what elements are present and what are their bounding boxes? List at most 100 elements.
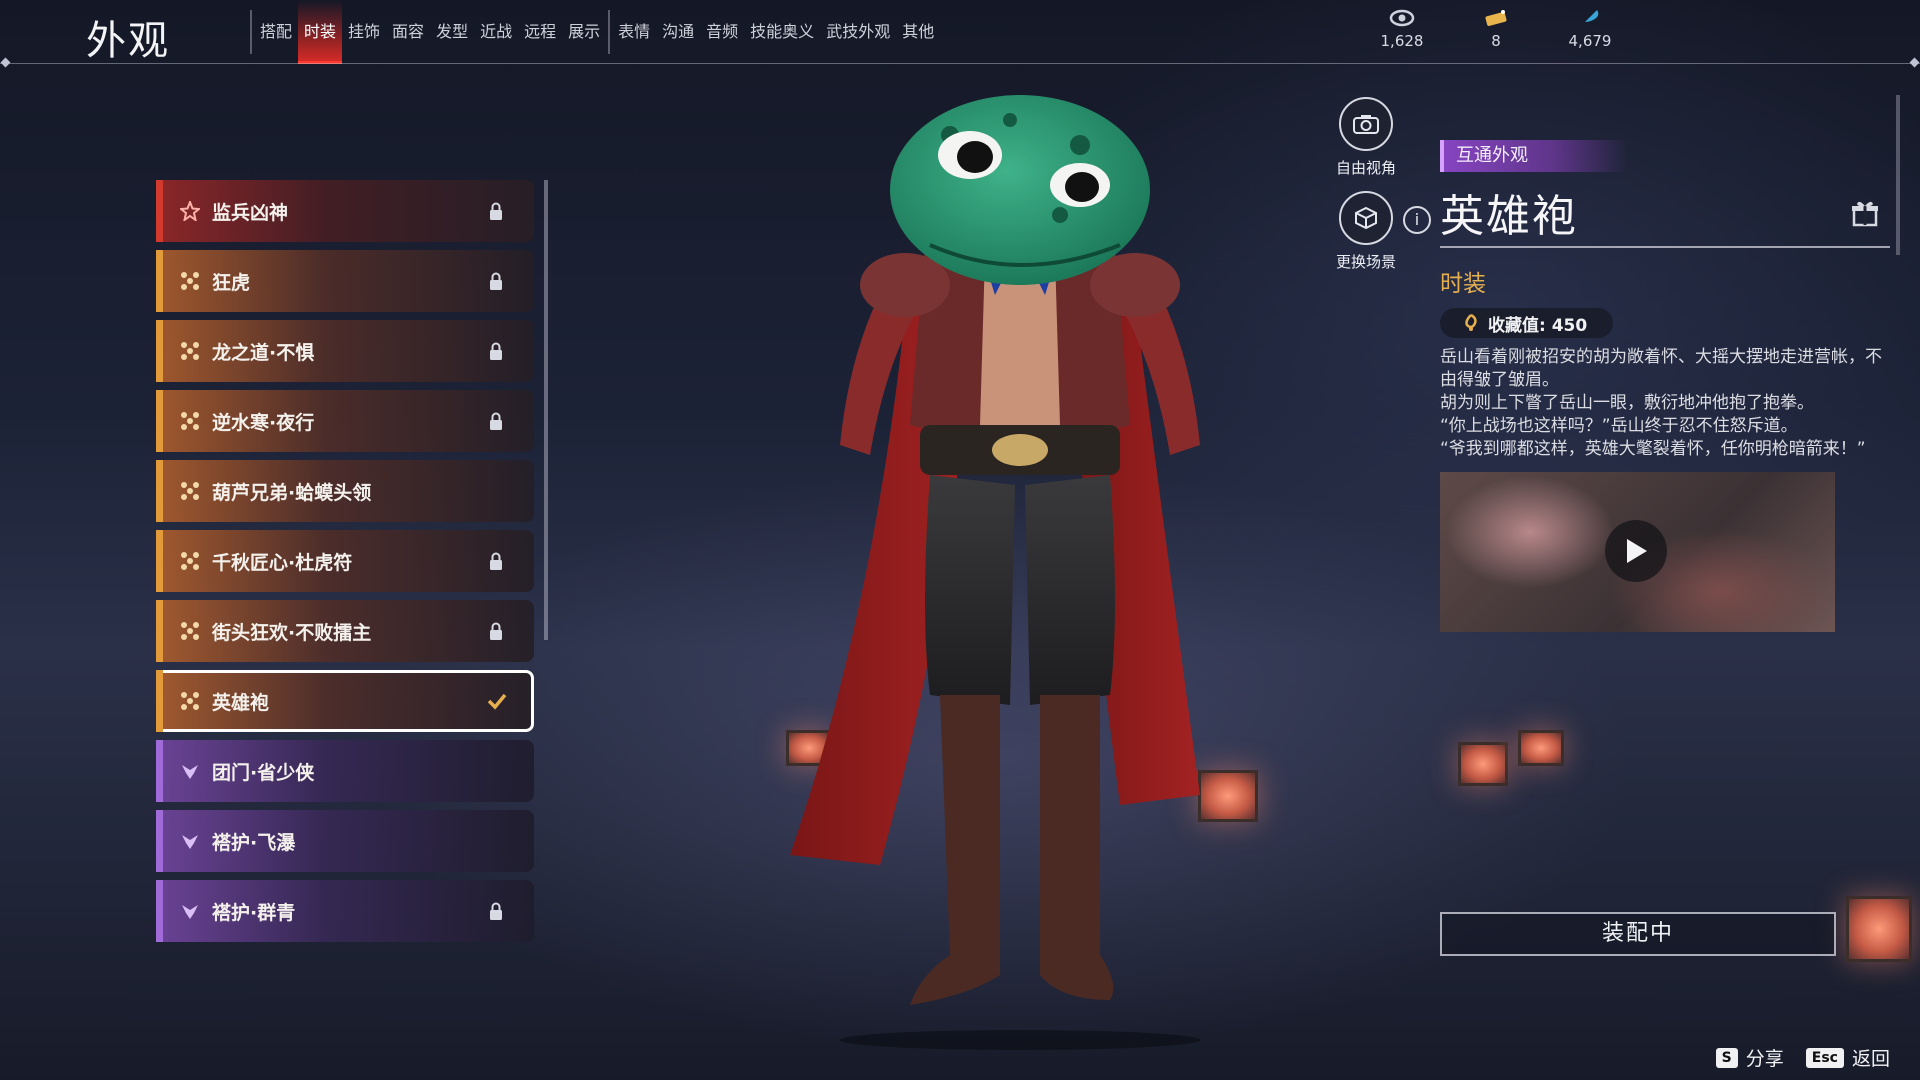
rarity-bar [156,180,163,242]
outfit-item[interactable]: 监兵凶神 [156,180,534,242]
currency-feather: 4,679 [1560,8,1620,50]
tab-2[interactable]: 挂饰 [342,0,386,64]
share-label: 分享 [1745,1048,1784,1070]
outfit-item-label: 褡护·群青 [212,901,296,924]
outfit-item[interactable]: 逆水寒·夜行 [156,390,534,452]
outfit-item[interactable]: 团门·省少侠 [156,740,534,802]
feather-icon [1581,10,1599,26]
change-scene-label: 更换场景 [1335,253,1396,271]
outfit-item-label: 葫芦兄弟·蛤蟆头领 [212,481,372,504]
back-label: 返回 [1851,1048,1890,1070]
outfit-description: 岳山看着刚被招安的胡为敞着怀、大摇大摆地走进营帐，不由得皱了皱眉。 胡为则上下瞥… [1440,347,1882,459]
rarity-bar [156,390,163,452]
top-bar-divider [0,63,1920,64]
back-button[interactable]: Esc 返回 [1805,1044,1890,1071]
tab-8[interactable]: 表情 [612,0,656,64]
ticket-icon [1485,10,1507,26]
lock-icon [490,272,502,290]
play-button[interactable] [1605,520,1667,582]
currency-ticket-value: 8 [1491,32,1501,50]
outfit-item[interactable]: 葫芦兄弟·蛤蟆头领 [156,460,534,522]
outfit-item-label: 逆水寒·夜行 [212,411,315,434]
collect-icon [1465,313,1477,331]
page-title: 外观 [86,18,170,64]
outfit-item-label: 英雄袍 [212,691,270,714]
collect-value-badge: 收藏值: 450 [1440,308,1614,338]
name-divider [1440,246,1890,248]
tab-9[interactable]: 沟通 [656,0,700,64]
check-icon [487,693,507,710]
divider-diamond-left [0,57,11,68]
tab-7[interactable]: 展示 [562,0,606,64]
rarity-bar [156,530,163,592]
rarity-bar [156,880,163,942]
outfit-item[interactable]: 街头狂欢·不败擂主 [156,600,534,662]
rarity-orange-icon [180,481,200,501]
lock-icon [490,552,502,570]
lock-icon [490,902,502,920]
outfit-item-label: 团门·省少侠 [212,761,315,784]
info-icon[interactable]: i [1403,206,1431,234]
category-tabs: 搭配 时装 挂饰 面容 发型 近战 远程 展示 表情 沟通 音频 技能奥义 武技外观 其他 [254,0,940,64]
outfit-list[interactable]: 监兵凶神狂虎龙之道·不惧逆水寒·夜行葫芦兄弟·蛤蟆头领 千秋匠心·杜虎符 街头狂欢·… [156,180,536,960]
outfit-item[interactable]: 褡护·群青 [156,880,534,942]
rarity-bar [156,600,163,662]
currency-ticket: 8 [1466,8,1526,50]
outfit-item[interactable]: 英雄袍 [156,670,534,732]
share-button[interactable]: S 分享 [1715,1044,1784,1071]
outfit-item-label: 监兵凶神 [212,201,289,224]
floating-lantern [1518,730,1564,766]
rarity-bar [156,740,163,802]
back-key: Esc [1805,1047,1844,1068]
free-view-button[interactable]: 自由视角 [1311,97,1421,178]
outfit-item[interactable]: 狂虎 [156,250,534,312]
detail-scrollbar[interactable] [1896,95,1900,255]
tab-13[interactable]: 其他 [896,0,940,64]
outfit-item[interactable]: 龙之道·不惧 [156,320,534,382]
top-bar: 外观 搭配 时装 挂饰 面容 发型 近战 远程 展示 表情 沟通 音频 技能奥义 武技外观 其他 1,62… [0,0,1920,68]
tab-3[interactable]: 面容 [386,0,430,64]
currency-feather-value: 4,679 [1568,32,1612,50]
rarity-orange-icon [180,271,200,291]
outfit-item-label: 街头狂欢·不败擂主 [212,621,372,644]
lock-icon [490,342,502,360]
outfit-category: 时装 [1440,271,1486,297]
tabs-divider [250,10,252,54]
cube-icon [1339,191,1393,245]
rarity-purple-icon [180,761,200,781]
lock-icon [490,202,502,220]
rarity-bar [156,460,163,522]
tab-6[interactable]: 远程 [518,0,562,64]
tab-10[interactable]: 音频 [700,0,744,64]
tab-11[interactable]: 技能奥义 [744,0,820,64]
rarity-orange-icon [180,551,200,571]
outfit-list-scrollbar[interactable] [544,180,548,640]
share-key: S [1715,1047,1738,1068]
currency-bar: 1,628 8 4,679 [1372,8,1620,50]
rarity-orange-icon [180,411,200,431]
rarity-purple-icon [180,831,200,851]
outfit-video-preview[interactable] [1440,472,1835,632]
outfit-item[interactable]: 褡护·飞瀑 [156,810,534,872]
outfit-item-label: 狂虎 [212,271,251,294]
tab-0[interactable]: 搭配 [254,0,298,64]
tab-4[interactable]: 发型 [430,0,474,64]
outfit-item-label: 千秋匠心·杜虎符 [212,551,353,574]
change-scene-button[interactable]: 更换场景 [1311,191,1421,272]
character-model[interactable] [760,95,1280,1050]
rarity-bar [156,250,163,312]
outfit-item[interactable]: 千秋匠心·杜虎符 [156,530,534,592]
tab-12[interactable]: 武技外观 [820,0,896,64]
tab-5[interactable]: 近战 [474,0,518,64]
lock-icon [490,622,502,640]
outfit-name: 英雄袍 [1440,191,1578,242]
currency-eye-value: 1,628 [1380,32,1424,50]
collect-value: 收藏值: 450 [1488,315,1588,336]
equip-button[interactable]: 装配中 [1440,912,1836,956]
free-view-label: 自由视角 [1335,159,1396,177]
tab-1[interactable]: 时装 [298,0,343,64]
lock-icon [490,412,502,430]
camera-icon [1339,97,1393,151]
gift-icon[interactable] [1850,198,1880,228]
rarity-orange-icon [180,621,200,641]
